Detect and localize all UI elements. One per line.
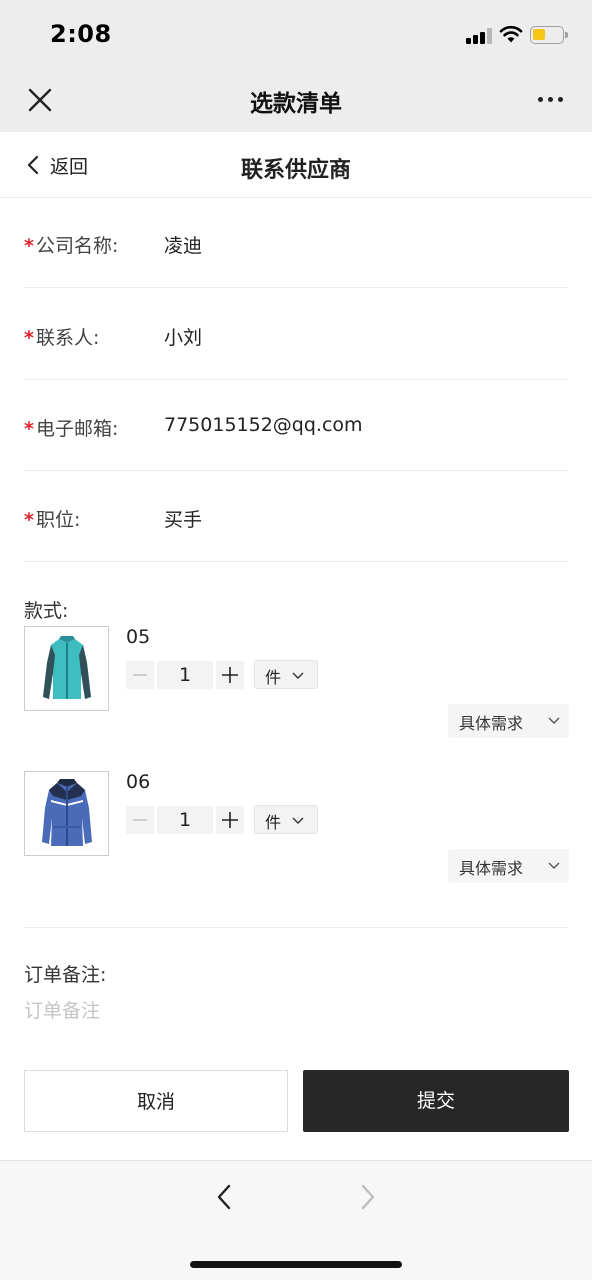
minus-icon: [133, 819, 147, 821]
teal-jacket-icon: [42, 635, 91, 699]
unit-label: 件: [265, 668, 282, 687]
requirement-select[interactable]: 具体需求: [448, 849, 569, 883]
decrease-button[interactable]: [126, 806, 154, 834]
position-input[interactable]: 买手: [164, 505, 202, 532]
page-nav: 返回 联系供应商: [0, 132, 592, 198]
product-name: 06: [126, 771, 151, 793]
chevron-down-icon: [548, 862, 560, 869]
product-item: 06 1 件 具体需求: [24, 771, 569, 891]
quantity-input[interactable]: 1: [157, 806, 213, 834]
order-note-input[interactable]: 订单备注: [24, 996, 100, 1023]
quantity-stepper: 1: [126, 806, 244, 834]
field-label: * 职位:: [24, 509, 81, 531]
styles-label: 款式:: [24, 600, 69, 622]
plus-icon: [222, 812, 238, 828]
unit-select[interactable]: 件: [254, 805, 318, 834]
chevron-down-icon: [292, 672, 304, 679]
field-label: * 电子邮箱:: [24, 418, 119, 440]
chevron-down-icon: [548, 717, 560, 724]
required-mark: *: [24, 235, 34, 257]
minus-icon: [133, 674, 147, 676]
wifi-icon: [499, 25, 523, 43]
order-note-label: 订单备注:: [24, 964, 107, 986]
field-label: * 公司名称:: [24, 235, 119, 257]
product-name: 05: [126, 626, 151, 648]
page: 2:08 选款清单 返回 联系供应商 * 公司名称: 凌迪 * 联系人: 小刘 …: [0, 0, 592, 1280]
company-input[interactable]: 凌迪: [164, 231, 202, 258]
unit-label: 件: [265, 813, 282, 832]
browser-forward-icon[interactable]: [358, 1183, 378, 1211]
decrease-button[interactable]: [126, 661, 154, 689]
plus-icon: [222, 667, 238, 683]
chevron-down-icon: [292, 817, 304, 824]
increase-button[interactable]: [216, 806, 244, 834]
increase-button[interactable]: [216, 661, 244, 689]
unit-select[interactable]: 件: [254, 660, 318, 689]
product-item: 05 1 件 具体需求: [24, 626, 569, 746]
email-input[interactable]: 775015152@qq.com: [164, 414, 363, 436]
contact-input[interactable]: 小刘: [164, 323, 202, 350]
cancel-button[interactable]: 取消: [24, 1070, 288, 1132]
field-contact: * 联系人: 小刘: [24, 289, 568, 380]
field-company: * 公司名称: 凌迪: [24, 197, 568, 288]
page-title: 联系供应商: [240, 158, 351, 183]
product-image[interactable]: [24, 771, 109, 856]
battery-icon: [530, 26, 568, 44]
field-position: * 职位: 买手: [24, 471, 568, 562]
status-time: 2:08: [50, 20, 112, 48]
wechat-title: 选款清单: [250, 91, 342, 117]
cellular-signal-icon: [466, 28, 492, 44]
bottom-toolbar: [0, 1160, 592, 1280]
requirement-label: 具体需求: [459, 859, 524, 878]
requirement-select[interactable]: 具体需求: [448, 704, 569, 738]
required-mark: *: [24, 327, 34, 349]
quantity-stepper: 1: [126, 661, 244, 689]
required-mark: *: [24, 509, 34, 531]
more-options-icon[interactable]: [536, 92, 566, 108]
browser-back-icon[interactable]: [214, 1183, 234, 1211]
submit-button[interactable]: 提交: [303, 1070, 569, 1132]
field-email: * 电子邮箱: 775015152@qq.com: [24, 380, 568, 471]
top-header: 2:08 选款清单: [0, 0, 592, 132]
home-indicator: [190, 1261, 402, 1268]
field-label: * 联系人:: [24, 327, 100, 349]
blue-parka-icon: [41, 778, 92, 846]
required-mark: *: [24, 418, 34, 440]
section-divider: [24, 927, 568, 928]
requirement-label: 具体需求: [459, 714, 524, 733]
quantity-input[interactable]: 1: [157, 661, 213, 689]
product-image[interactable]: [24, 626, 109, 711]
